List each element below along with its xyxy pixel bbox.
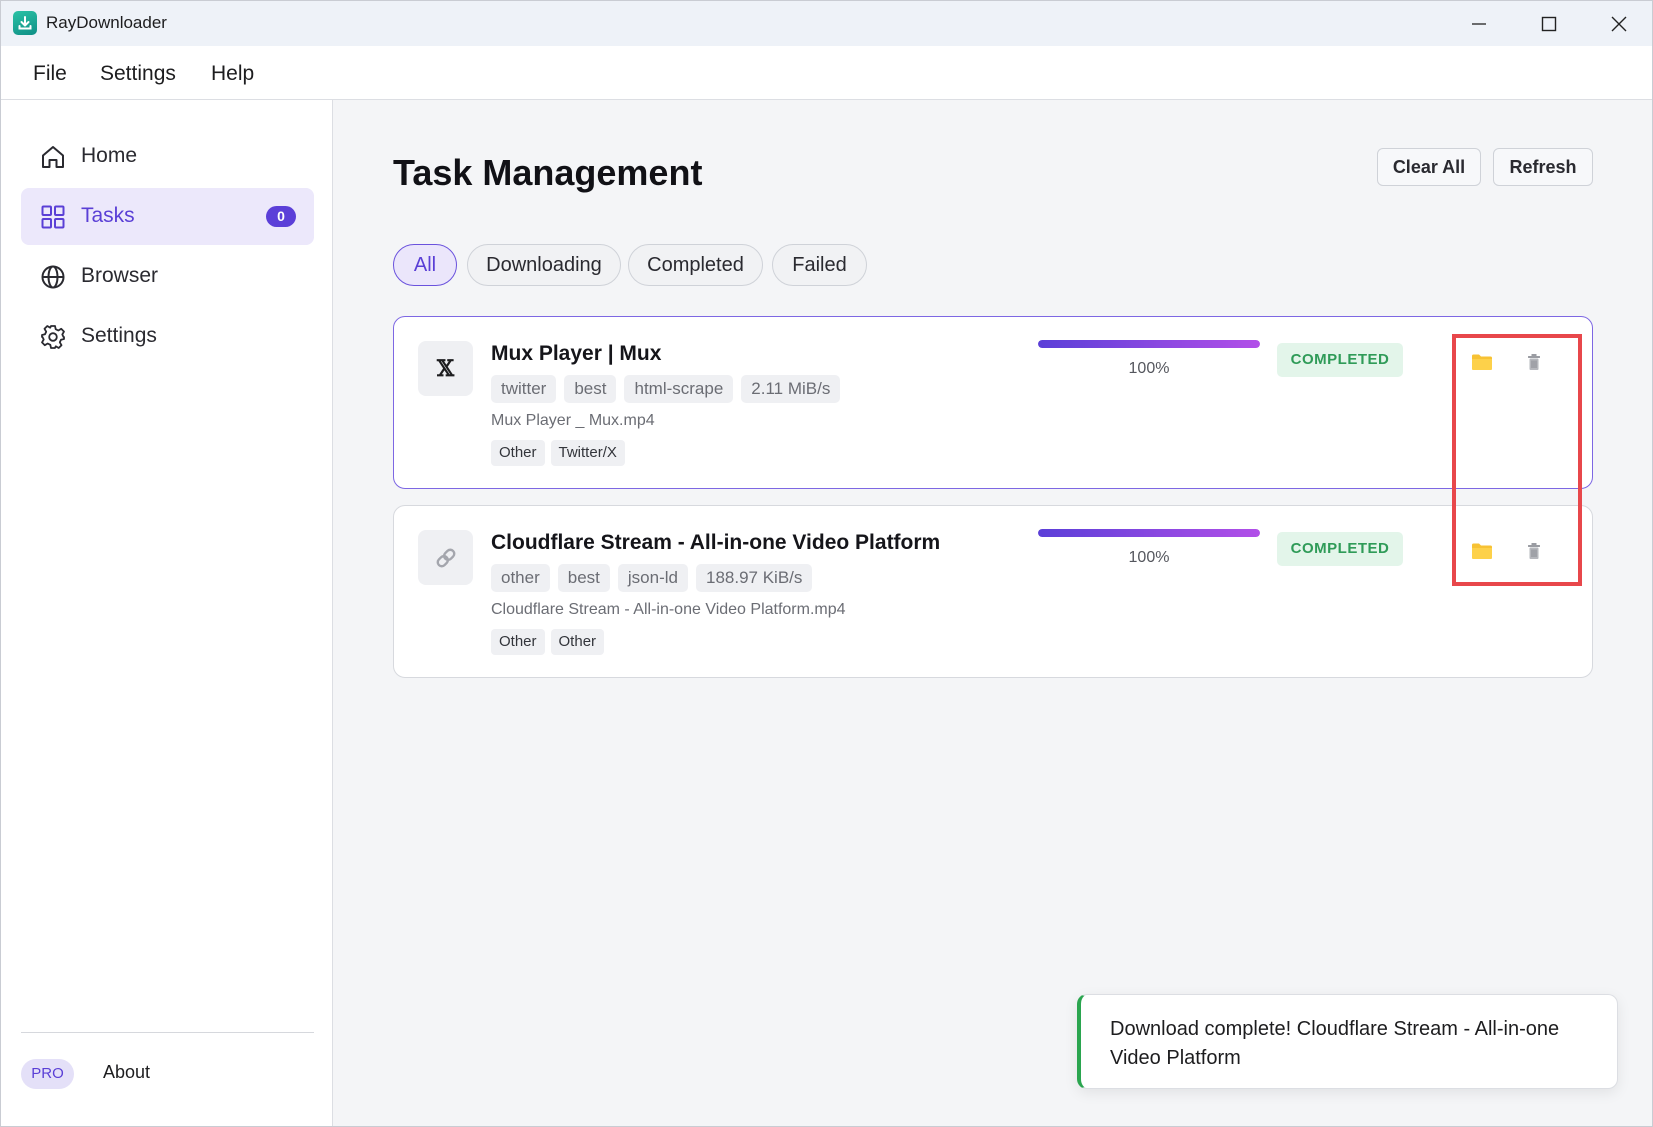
link-icon [436, 548, 455, 567]
x-logo-icon: 𝕏 [436, 355, 455, 382]
task-tags: twitter best html-scrape 2.11 MiB/s [491, 375, 841, 403]
progress-label: 100% [1128, 549, 1170, 566]
highlight-annotation [1452, 334, 1582, 586]
about-link[interactable]: About [103, 1062, 150, 1083]
task-tag-source: other [491, 564, 550, 592]
globe-icon [41, 265, 65, 289]
task-category: Other [491, 440, 545, 466]
filter-downloading[interactable]: Downloading [467, 244, 621, 286]
sidebar-item-settings[interactable]: Settings [21, 308, 314, 365]
menu-bar: File Settings Help [1, 46, 1652, 100]
toast-notification[interactable]: Download complete! Cloudflare Stream - A… [1077, 994, 1618, 1089]
task-card[interactable]: 𝕏 Mux Player | Mux twitter best html-scr… [393, 316, 1593, 489]
task-categories: Other Other [491, 629, 605, 655]
menu-help[interactable]: Help [211, 62, 254, 86]
app-logo-icon [13, 11, 37, 35]
sidebar-divider [21, 1032, 314, 1033]
page-title: Task Management [393, 152, 703, 193]
close-icon [1611, 16, 1627, 31]
sidebar-item-browser[interactable]: Browser [21, 248, 314, 305]
status-badge: COMPLETED [1277, 532, 1403, 566]
home-icon [42, 146, 64, 168]
clear-all-button[interactable]: Clear All [1377, 148, 1481, 186]
minimize-button[interactable] [1444, 1, 1514, 46]
window-title: RayDownloader [46, 13, 167, 32]
grid-icon [41, 205, 65, 229]
task-tag-method: json-ld [617, 564, 688, 592]
task-tags: other best json-ld 188.97 KiB/s [491, 564, 813, 592]
task-thumbnail: 𝕏 [418, 341, 473, 396]
sidebar-item-label: Browser [81, 264, 159, 287]
sidebar: Home Tasks 0 Browser Settings PRO About [1, 100, 333, 1126]
task-filename: Cloudflare Stream - All-in-one Video Pla… [491, 601, 846, 618]
task-card[interactable]: Cloudflare Stream - All-in-one Video Pla… [393, 505, 1593, 678]
filter-completed[interactable]: Completed [628, 244, 763, 286]
task-filename: Mux Player _ Mux.mp4 [491, 412, 655, 429]
pro-badge[interactable]: PRO [21, 1059, 74, 1089]
refresh-button[interactable]: Refresh [1493, 148, 1593, 186]
task-tag-method: html-scrape [624, 375, 734, 403]
task-tag-speed: 2.11 MiB/s [741, 375, 841, 403]
progress-bar [1038, 529, 1260, 537]
task-categories: Other Twitter/X [491, 440, 625, 466]
sidebar-item-home[interactable]: Home [21, 128, 314, 185]
close-button[interactable] [1584, 1, 1652, 46]
filter-all[interactable]: All [393, 244, 457, 286]
maximize-button[interactable] [1514, 1, 1584, 46]
task-title: Cloudflare Stream - All-in-one Video Pla… [491, 531, 941, 554]
minimize-icon [1472, 22, 1486, 25]
progress-fill [1038, 529, 1260, 537]
progress-fill [1038, 340, 1260, 348]
tasks-count-badge: 0 [266, 206, 296, 227]
title-bar: RayDownloader [1, 1, 1652, 46]
app-window: RayDownloader File Settings Help Home Ta… [0, 0, 1653, 1127]
task-category: Other [550, 629, 605, 655]
sidebar-item-tasks[interactable]: Tasks 0 [21, 188, 314, 245]
task-category: Twitter/X [550, 440, 625, 466]
status-badge: COMPLETED [1277, 343, 1403, 377]
maximize-icon [1541, 16, 1557, 31]
gear-icon [41, 325, 65, 349]
task-tag-speed: 188.97 KiB/s [695, 564, 813, 592]
task-thumbnail [418, 530, 473, 585]
task-tag-source: twitter [491, 375, 557, 403]
sidebar-item-label: Home [81, 144, 138, 167]
menu-file[interactable]: File [33, 62, 67, 86]
main-content: Task Management Clear All Refresh All Do… [333, 100, 1652, 1126]
sidebar-item-label: Tasks [81, 204, 135, 227]
progress-label: 100% [1128, 360, 1170, 377]
task-title: Mux Player | Mux [491, 342, 662, 365]
progress-bar [1038, 340, 1260, 348]
task-tag-quality: best [564, 375, 617, 403]
filter-failed[interactable]: Failed [772, 244, 867, 286]
task-category: Other [491, 629, 545, 655]
toast-message: Download complete! Cloudflare Stream - A… [1110, 1018, 1560, 1069]
menu-settings[interactable]: Settings [100, 62, 176, 86]
sidebar-item-label: Settings [81, 324, 157, 347]
task-tag-quality: best [557, 564, 610, 592]
